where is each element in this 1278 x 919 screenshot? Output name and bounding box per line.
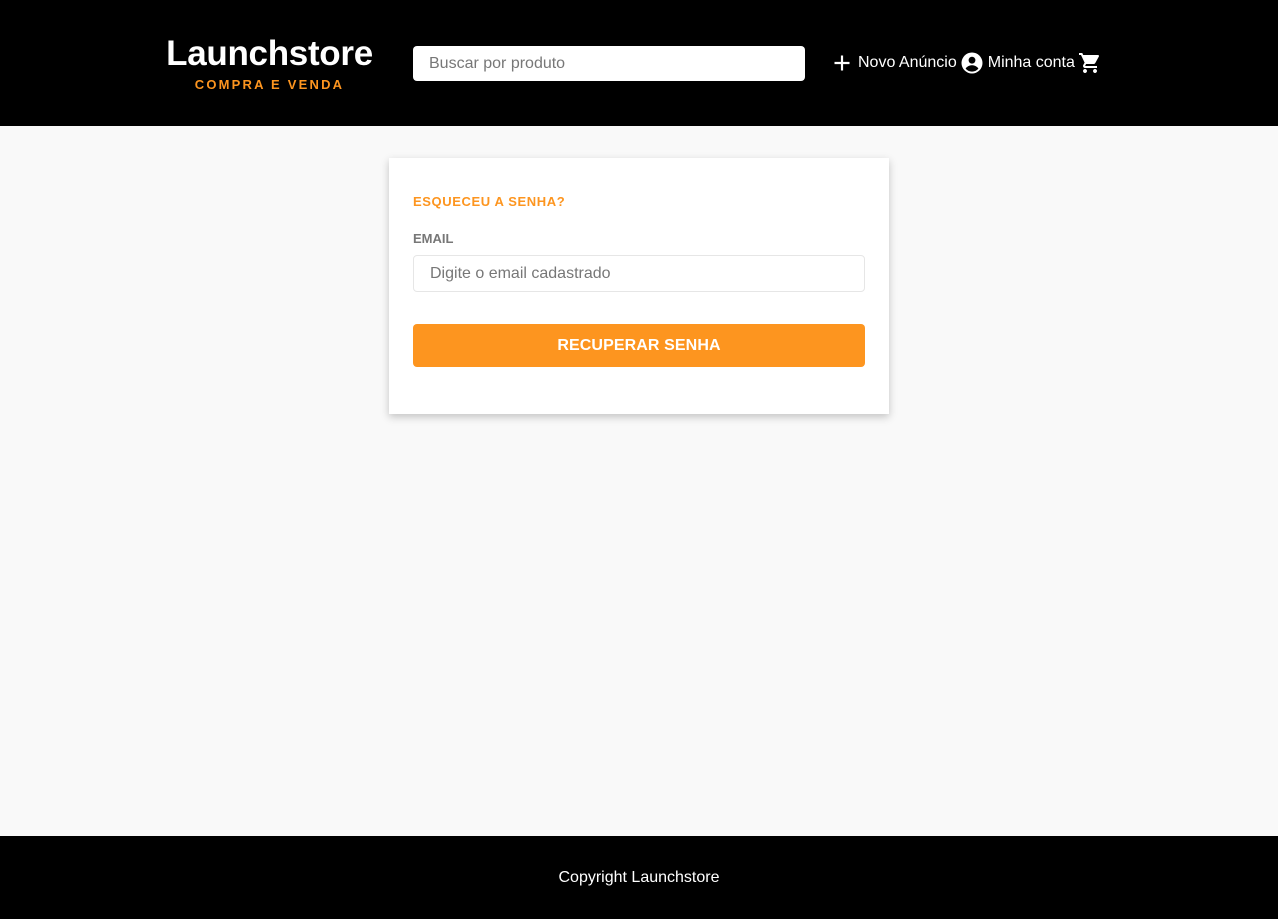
my-account-link[interactable]: Minha conta xyxy=(960,50,1075,76)
site-footer: Copyright Launchstore xyxy=(0,836,1278,919)
email-field[interactable] xyxy=(413,255,865,292)
account-circle-icon xyxy=(960,51,988,75)
logo-subtitle: COMPRA E VENDA xyxy=(194,77,345,92)
copyright-text: Copyright Launchstore xyxy=(558,868,720,886)
cart-icon xyxy=(1078,51,1102,75)
site-header: Launchstore COMPRA E VENDA Novo Anúncio … xyxy=(0,0,1278,126)
new-ad-label: Novo Anúncio xyxy=(858,54,957,71)
search-input[interactable] xyxy=(413,46,805,81)
plus-icon xyxy=(832,53,858,73)
new-ad-link[interactable]: Novo Anúncio xyxy=(832,50,957,76)
header-nav: Novo Anúncio Minha conta xyxy=(832,50,1102,76)
form-title: ESQUECEU A SENHA? xyxy=(413,194,566,209)
cart-link[interactable] xyxy=(1078,51,1102,75)
logo[interactable]: Launchstore COMPRA E VENDA xyxy=(162,34,377,93)
my-account-label: Minha conta xyxy=(987,54,1075,71)
forgot-password-card: ESQUECEU A SENHA? EMAIL RECUPERAR SENHA xyxy=(389,158,889,414)
logo-title: Launchstore xyxy=(166,34,373,73)
recover-password-button[interactable]: RECUPERAR SENHA xyxy=(413,324,865,367)
email-label: EMAIL xyxy=(413,231,454,246)
